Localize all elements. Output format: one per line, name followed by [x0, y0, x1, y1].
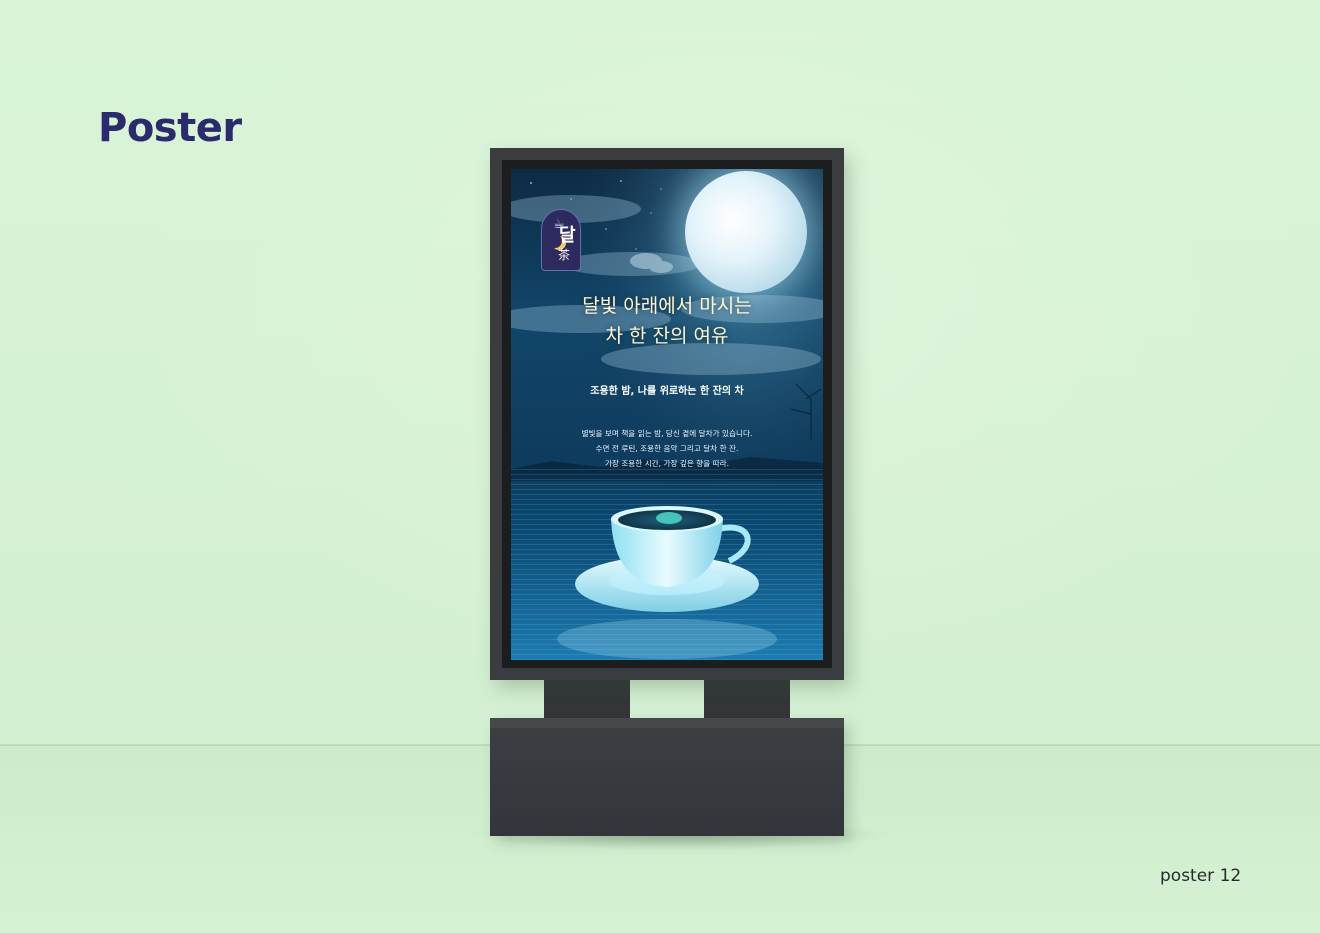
tea-cup-illustration — [557, 506, 777, 659]
brand-title: Poster — [98, 105, 242, 151]
stand-base — [490, 718, 844, 836]
moon-reflection — [656, 512, 682, 524]
cup-handle — [718, 524, 751, 564]
poster-caption: poster 12 — [1160, 866, 1242, 886]
stand-base-top — [490, 718, 844, 728]
poster-screen: ☕ 달 茶 달빛 아래에서 마시는 차 한 잔의 여유 조용한 밤, 나를 위로… — [511, 169, 823, 660]
